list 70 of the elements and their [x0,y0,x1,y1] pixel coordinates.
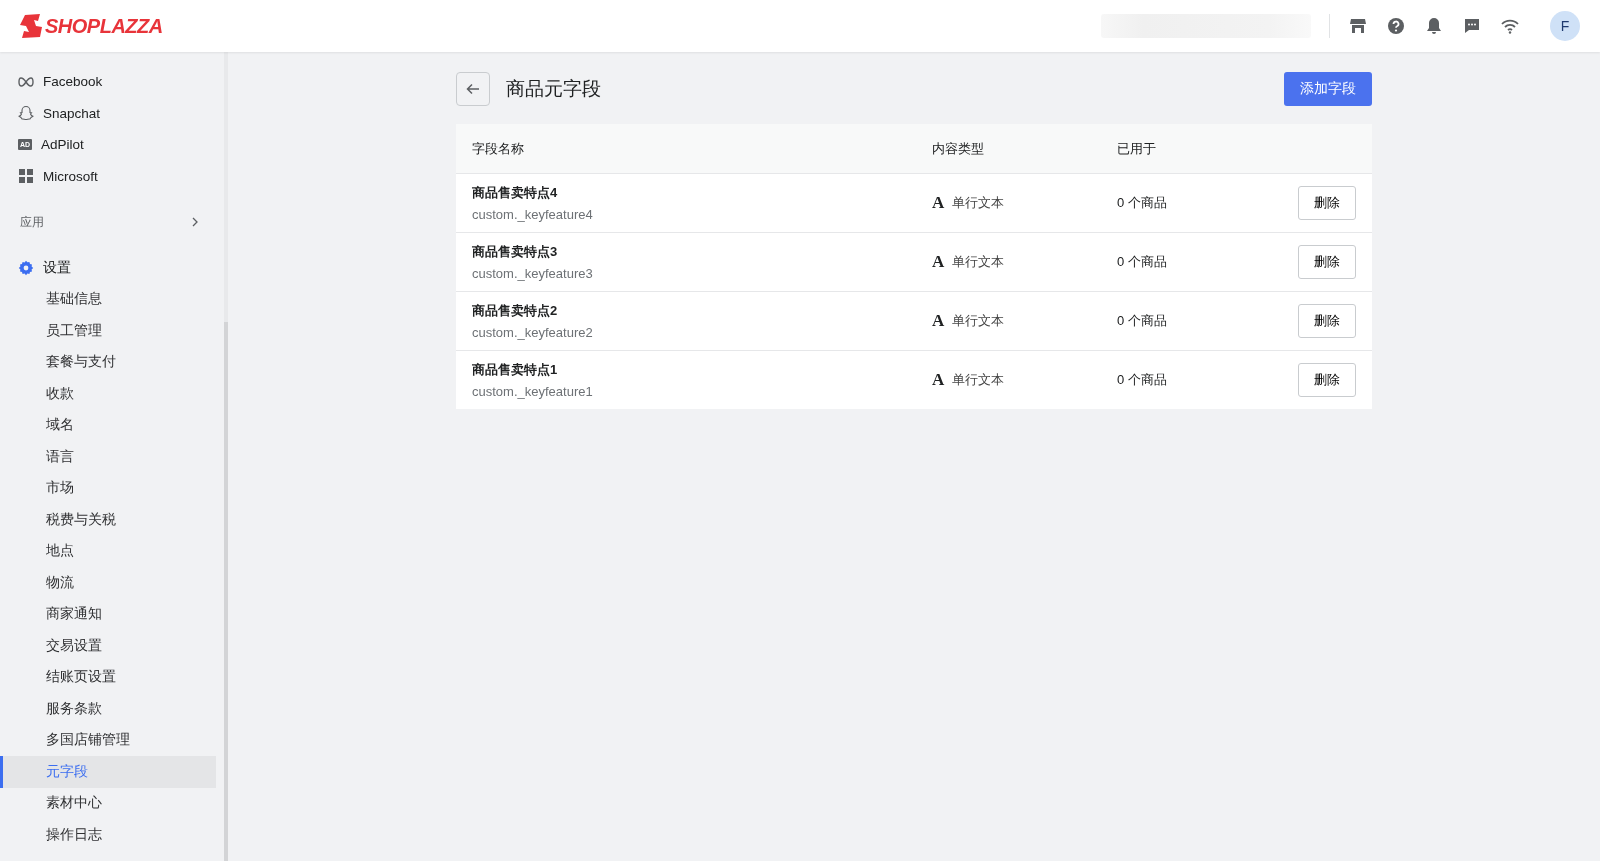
add-field-button[interactable]: 添加字段 [1284,72,1372,106]
sidebar-item-label: Snapchat [43,105,101,121]
settings-subitem[interactable]: 多国店铺管理 [0,724,216,756]
back-button[interactable] [456,72,490,106]
delete-button[interactable]: 删除 [1298,245,1356,279]
field-name: 商品售卖特点3 [472,243,559,261]
sidebar-item-label: 设置 [43,258,71,277]
content-type: 单行文本 [952,371,1005,389]
chat-icon[interactable] [1462,16,1482,36]
field-name: 商品售卖特点4 [472,184,559,202]
field-name: 商品售卖特点1 [472,361,559,379]
settings-subitem[interactable]: 套餐与支付 [0,346,216,378]
settings-subitem[interactable]: 基础信息 [0,283,216,315]
usage-count: 0 个商品 [1117,253,1168,271]
settings-subitem[interactable]: 素材中心 [0,787,216,819]
field-key: custom._keyfeature2 [472,325,932,340]
sidebar-item-label: AdPilot [41,137,84,153]
text-type-icon: A [932,252,945,272]
field-name: 商品售卖特点2 [472,302,559,320]
sidebar-item-label: Facebook [43,74,103,90]
column-header: 内容类型 [932,139,985,158]
bell-icon[interactable] [1424,16,1444,36]
delete-button[interactable]: 删除 [1298,363,1356,397]
usage-count: 0 个商品 [1117,312,1168,330]
apps-section[interactable]: 应用 [0,208,216,236]
settings-subitem[interactable]: 交易设置 [0,630,216,662]
usage-count: 0 个商品 [1117,371,1168,389]
grid-icon [18,168,34,185]
user-avatar[interactable]: F [1550,11,1580,41]
settings-subitem[interactable]: 物流 [0,567,216,599]
section-label: 应用 [20,214,44,230]
usage-count: 0 个商品 [1117,194,1168,212]
sidebar-item[interactable]: Facebook [0,66,216,98]
settings-subitem[interactable]: 商家通知 [0,598,216,630]
settings-subitem[interactable]: 操作日志 [0,819,216,851]
field-key: custom._keyfeature1 [472,384,932,399]
field-key: custom._keyfeature4 [472,207,932,222]
settings-subitem[interactable]: 税费与关税 [0,504,216,536]
delete-button[interactable]: 删除 [1298,304,1356,338]
sidebar-item[interactable]: Snapchat [0,97,216,129]
delete-button[interactable]: 删除 [1298,186,1356,220]
settings-subitem[interactable]: 服务条款 [0,693,216,725]
sidebar-item-label: Microsoft [43,168,98,184]
text-type-icon: A [932,370,945,390]
settings-item[interactable]: 设置 [0,252,216,284]
settings-subitem[interactable]: 收款 [0,378,216,410]
settings-subitem[interactable]: 员工管理 [0,315,216,347]
content-type: 单行文本 [952,253,1005,271]
ghost-icon [18,105,34,122]
logo-icon [20,14,42,38]
settings-subitem[interactable]: 语言 [0,441,216,473]
text-type-icon: A [932,193,945,213]
content-type: 单行文本 [952,312,1005,330]
logo-text: SHOPLAZZA [45,14,163,38]
column-header: 字段名称 [472,139,525,158]
sidebar-item[interactable]: Microsoft [0,160,216,192]
content-type: 单行文本 [952,194,1005,212]
page-title: 商品元字段 [506,77,602,101]
text-type-icon: A [932,311,945,331]
settings-subitem[interactable]: 地点 [0,535,216,567]
store-icon[interactable] [1348,16,1368,36]
settings-subitem[interactable]: 元字段 [0,756,216,788]
settings-subitem[interactable]: 市场 [0,472,216,504]
help-icon[interactable] [1386,16,1406,36]
gear-icon [18,259,34,276]
settings-subitem[interactable]: 域名 [0,409,216,441]
column-header: 已用于 [1117,139,1157,158]
back-arrow-icon [465,81,481,97]
field-key: custom._keyfeature3 [472,266,932,281]
settings-subitem[interactable]: 结账页设置 [0,661,216,693]
